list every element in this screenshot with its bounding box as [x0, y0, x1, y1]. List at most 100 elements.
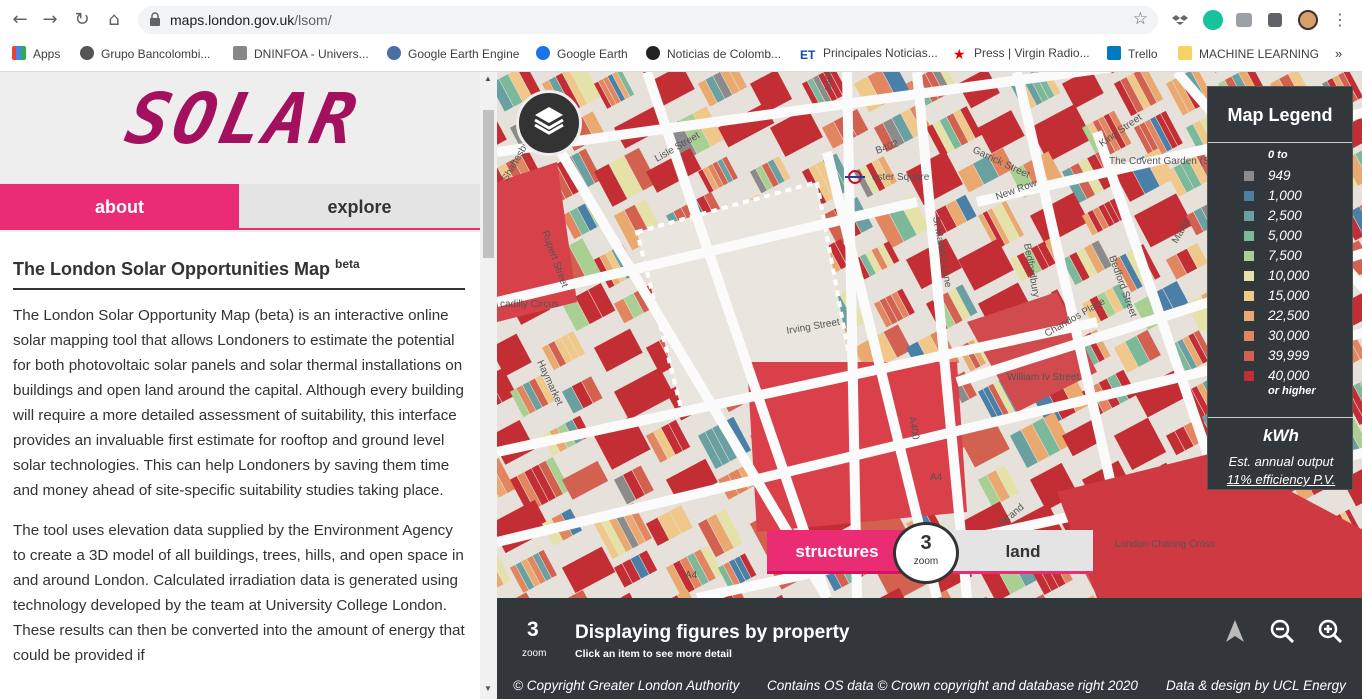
legend-swatch — [1244, 231, 1254, 241]
legend-item-label: 1,000 — [1268, 188, 1302, 203]
zoom-in-icon[interactable] — [1317, 618, 1343, 644]
profile-avatar[interactable] — [1298, 10, 1318, 30]
legend-title: Map Legend — [1208, 87, 1352, 143]
nav-row: ← → ↻ ⌂ maps.london.gov.uk/lsom/ ☆ ⋮ — [0, 0, 1362, 40]
street-label: A4 — [685, 570, 698, 581]
bookmark-label: Principales Noticias... — [823, 46, 938, 60]
structures-button[interactable]: structures — [767, 530, 907, 574]
bookmark-label: Apps — [33, 47, 61, 61]
page-title-text: The London Solar Opportunities Map — [13, 259, 330, 279]
legend-item-label: 5,000 — [1268, 228, 1302, 243]
bookmark-item[interactable]: MACHINE LEARNING — [1178, 46, 1319, 64]
sidebar-tabs: about explore — [0, 184, 480, 232]
bookmark-star-icon[interactable]: ☆ — [1133, 9, 1148, 29]
efficiency-link[interactable]: 11% efficiency P.V. — [1208, 472, 1354, 487]
bookmark-item[interactable]: Google Earth Engine — [387, 46, 519, 64]
address-bar[interactable]: maps.london.gov.uk/lsom/ ☆ — [138, 6, 1158, 34]
bookmark-item[interactable]: ★ Press | Virgin Radio... — [953, 46, 1090, 64]
legend-item-label: 2,500 — [1268, 208, 1302, 223]
scroll-down-arrow-icon[interactable]: ▼ — [484, 684, 492, 693]
legend-swatch — [1244, 291, 1254, 301]
info-zoom-label: zoom — [522, 648, 547, 659]
bookmark-apps[interactable]: Apps — [12, 46, 60, 64]
zoom-indicator: 3 zoom — [893, 522, 959, 584]
scroll-up-arrow-icon[interactable]: ▲ — [484, 74, 492, 83]
url-host: maps.london.gov.uk — [170, 12, 295, 28]
bookmark-item[interactable]: DNINFOA - Univers... — [233, 46, 369, 64]
legend-item-label: 39,999 — [1268, 348, 1310, 363]
bookmark-item[interactable]: ET Principales Noticias... — [800, 46, 938, 64]
news-icon — [646, 46, 660, 60]
street-label: cadilly Circus — [500, 299, 559, 310]
url-path: /lsom/ — [294, 12, 332, 28]
page-title: The London Solar Opportunities Map beta — [13, 257, 465, 290]
legend-swatch — [1244, 211, 1254, 221]
folder-icon — [1178, 46, 1192, 60]
seal-icon — [233, 46, 247, 60]
back-icon[interactable]: ← — [8, 8, 32, 32]
copyright-gla: © Copyright Greater London Authority — [513, 678, 740, 693]
about-content: The London Solar Opportunities Map beta … — [13, 257, 465, 668]
gear-icon — [387, 46, 401, 60]
land-button[interactable]: land — [953, 530, 1093, 574]
zoom-value: 3 — [920, 532, 932, 554]
info-subtitle: Click an item to see more detail — [575, 648, 732, 660]
trello-icon — [1107, 46, 1121, 60]
legend-swatch — [1244, 171, 1254, 181]
layers-button[interactable] — [516, 90, 582, 156]
bookmarks-bar: Apps Grupo Bancolombi... DNINFOA - Unive… — [0, 40, 1362, 70]
bookmark-item[interactable]: Trello — [1107, 46, 1158, 64]
bookmark-item[interactable]: Noticias de Colomb... — [646, 46, 781, 64]
info-zoom-value: 3 — [527, 618, 539, 641]
map-legend: Map Legend 0 to 949 1,000 2,500 5,000 7,500 1… — [1207, 86, 1354, 490]
bookmark-item[interactable]: Grupo Bancolombi... — [80, 46, 210, 64]
bookmark-label: DNINFOA - Univers... — [254, 47, 369, 61]
extensions-puzzle-icon[interactable] — [1268, 13, 1282, 27]
lock-icon — [150, 12, 160, 26]
street-label: London Charing Cross — [1115, 539, 1215, 550]
bookmark-item[interactable]: Google Earth — [536, 46, 628, 64]
legend-swatch — [1244, 331, 1254, 341]
legend-item-label: 15,000 — [1268, 288, 1310, 303]
street-label: A4 — [930, 472, 943, 483]
legend-item-label: 30,000 — [1268, 328, 1310, 343]
zoom-out-icon[interactable] — [1269, 618, 1295, 644]
browser-chrome: ← → ↻ ⌂ maps.london.gov.uk/lsom/ ☆ ⋮ App… — [0, 0, 1362, 72]
bookmark-label: Trello — [1128, 47, 1158, 61]
beta-badge: beta — [335, 257, 360, 271]
legend-item-label: 10,000 — [1268, 268, 1310, 283]
sidebar: SOLAR about explore The London Solar Opp… — [0, 72, 497, 699]
tab-about[interactable]: about — [0, 184, 239, 230]
street-label: ester Square — [872, 172, 930, 183]
earth-icon — [536, 46, 550, 60]
forward-icon[interactable]: → — [38, 8, 62, 32]
legend-swatch — [1244, 311, 1254, 321]
mode-toggle: structures land 3 zoom — [767, 522, 1093, 584]
bookmark-label: Grupo Bancolombi... — [101, 47, 211, 61]
solar-map[interactable]: A400 B402 Garrick Street King Street Lisle S… — [497, 72, 1362, 598]
reload-icon[interactable]: ↻ — [70, 8, 94, 32]
sidebar-scrollbar[interactable]: ▲ ▼ — [480, 72, 497, 699]
legend-item-label: 40,000 — [1268, 368, 1310, 383]
more-bookmarks-button[interactable]: » — [1335, 46, 1342, 64]
legend-swatch — [1244, 191, 1254, 201]
home-icon[interactable]: ⌂ — [102, 8, 126, 32]
bookmark-label: Google Earth Engine — [408, 47, 520, 61]
dropbox-icon[interactable] — [1172, 10, 1192, 30]
street-label: A400 — [824, 72, 835, 92]
tab-explore[interactable]: explore — [239, 184, 480, 230]
legend-item-label: 7,500 — [1268, 248, 1302, 263]
scrollbar-thumb[interactable] — [483, 110, 494, 258]
north-arrow-icon[interactable] — [1222, 618, 1248, 644]
info-title: Displaying figures by property — [575, 622, 850, 643]
cast-icon[interactable] — [1236, 13, 1252, 27]
legend-bottom-label: or higher — [1268, 385, 1316, 397]
info-bar: 3 zoom Displaying figures by property Cl… — [497, 598, 1362, 699]
intro-paragraph: The London Solar Opportunity Map (beta) … — [13, 307, 464, 499]
legend-top-label: 0 to — [1268, 149, 1288, 161]
kebab-menu-icon[interactable]: ⋮ — [1328, 8, 1352, 32]
grammarly-icon[interactable] — [1203, 10, 1223, 30]
globe-icon — [80, 46, 94, 60]
legend-swatch — [1244, 251, 1254, 261]
legend-swatch — [1244, 271, 1254, 281]
